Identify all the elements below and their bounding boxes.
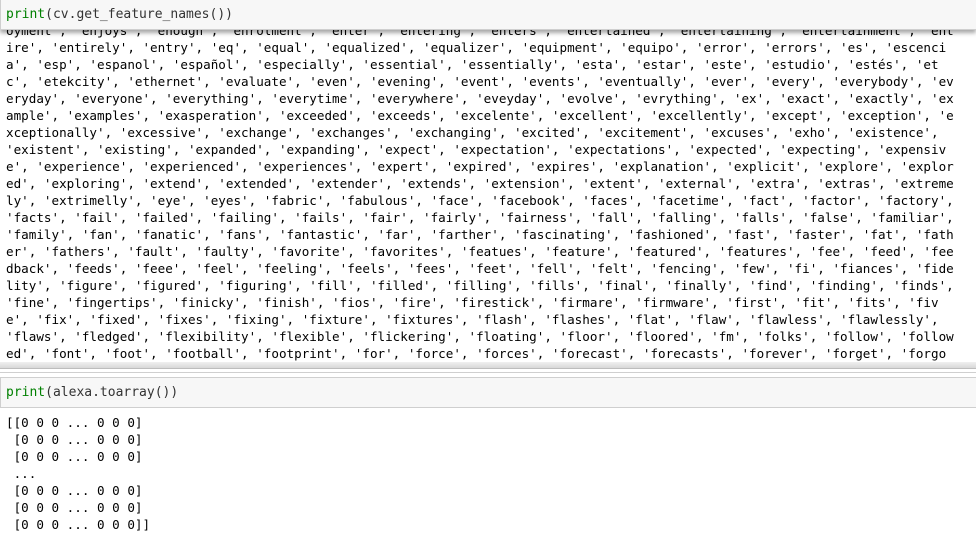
code-arguments: (alexa.toarray()) (45, 385, 179, 400)
output-line: [[0 0 0 ... 0 0 0] (6, 415, 143, 430)
output-line: 'flaws', 'fledged', 'flexibility', 'flex… (6, 329, 954, 344)
output-line: er', 'fathers', 'fault', 'faulty', 'favo… (6, 244, 954, 259)
output-line: ire', 'entirely', 'entry', 'eq', 'equal'… (6, 40, 947, 55)
output-line: ample', 'examples', 'exasperation', 'exc… (6, 108, 954, 123)
output-line: ed', 'exploring', 'extend', 'extended', … (6, 176, 954, 191)
output-line: 'facts', 'fail', 'failed', 'failing', 'f… (6, 210, 954, 225)
output-scroll-edge (0, 362, 976, 369)
cell-output-toarray: [[0 0 0 ... 0 0 0] [0 0 0 ... 0 0 0] [0 … (0, 414, 976, 533)
output-line: xceptionally', 'excessive', 'exchange', … (6, 125, 939, 140)
output-line: a', 'esp', 'espanol', 'español', 'especi… (6, 57, 939, 72)
output-line: dback', 'feeds', 'feee', 'feel', 'feelin… (6, 261, 954, 276)
output-line: 'family', 'fan', 'fanatic', 'fans', 'fan… (6, 227, 954, 242)
code-arguments: (cv.get_feature_names()) (45, 7, 233, 22)
code-keyword: print (6, 7, 46, 22)
output-line: ed', 'font', 'foot', 'football', 'footpr… (6, 346, 947, 361)
cell-divider (0, 372, 976, 373)
output-line: [0 0 0 ... 0 0 0] (6, 449, 143, 464)
output-line: [0 0 0 ... 0 0 0] (6, 500, 143, 515)
output-line: ... (6, 466, 37, 481)
output-line: [0 0 0 ... 0 0 0]] (6, 517, 151, 532)
output-line: ly', 'extrimelly', 'eye', 'eyes', 'fabri… (6, 193, 954, 208)
output-line: e', 'experience', 'experienced', 'experi… (6, 159, 954, 174)
code-cell-input-feature-names[interactable]: print(cv.get_feature_names()) (0, 0, 976, 30)
output-line: eryday', 'everyone', 'everything', 'ever… (6, 91, 954, 106)
output-line: 'fine', 'fingertips', 'finicky', 'finish… (6, 295, 939, 310)
output-line: e', 'fix', 'fixed', 'fixes', 'fixing', '… (6, 312, 939, 327)
code-cell-input-toarray[interactable]: print(alexa.toarray()) (0, 377, 976, 408)
code-keyword: print (6, 385, 46, 400)
output-line: 'existent', 'existing', 'expanded', 'exp… (6, 142, 947, 157)
output-line: [0 0 0 ... 0 0 0] (6, 483, 143, 498)
output-line: [0 0 0 ... 0 0 0] (6, 432, 143, 447)
output-line: c', 'etekcity', 'ethernet', 'evaluate', … (6, 74, 954, 89)
output-line: lity', 'figure', 'figured', 'figuring', … (6, 278, 954, 293)
cell-output-feature-names[interactable]: oyment', 'enjoys', 'enough', 'enrolment'… (0, 22, 976, 364)
